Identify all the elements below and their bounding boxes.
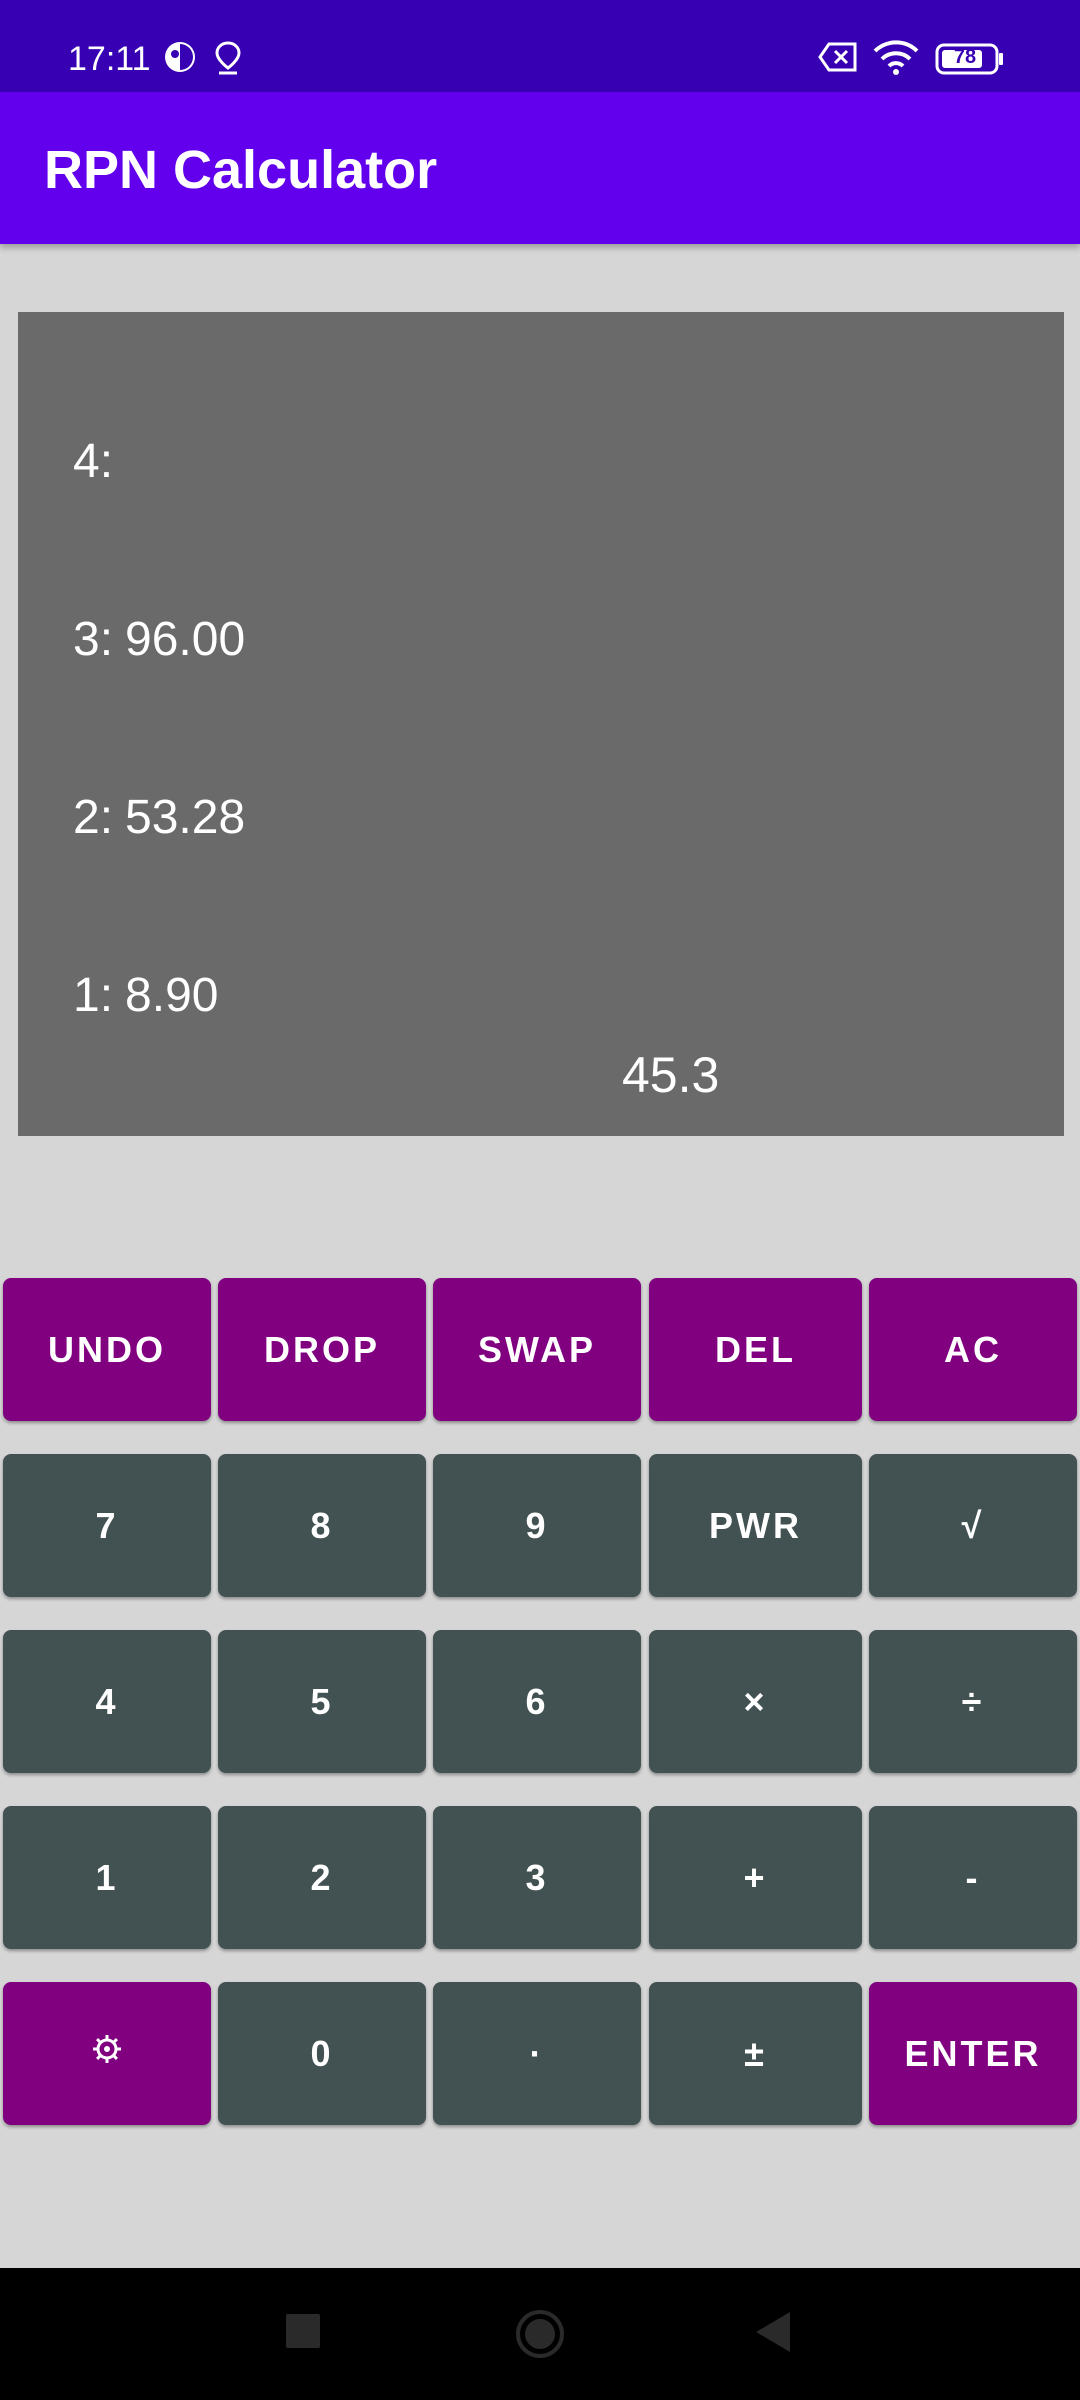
square-root-button[interactable]: √ [869, 1454, 1077, 1597]
digit-1-button[interactable]: 1 [3, 1806, 211, 1949]
stack-display: 4: 3: 96.00 2: 53.28 1: 8.90 45.3 [18, 312, 1064, 1136]
recents-square-icon[interactable] [286, 2314, 320, 2353]
subtract-button[interactable]: - [869, 1806, 1077, 1949]
key-label: 6 [525, 1680, 549, 1722]
key-label: PWR [709, 1504, 802, 1546]
key-label: UNDO [48, 1328, 166, 1370]
key-label: 9 [525, 1504, 549, 1546]
key-label: × [743, 1680, 768, 1722]
digit-4-button[interactable]: 4 [3, 1630, 211, 1773]
add-button[interactable]: + [649, 1806, 862, 1949]
all-clear-button[interactable]: AC [869, 1278, 1077, 1421]
status-time: 17:11 [68, 40, 151, 78]
key-label: SWAP [477, 1328, 596, 1370]
delete-button[interactable]: DEL [649, 1278, 862, 1421]
stack-level-2: 2: 53.28 [73, 790, 245, 846]
no-sim-icon [817, 40, 859, 79]
enter-button[interactable]: ENTER [869, 1982, 1077, 2125]
key-label: + [743, 1856, 768, 1898]
key-label: 1 [95, 1856, 119, 1898]
stack-value: 53.28 [125, 791, 246, 844]
key-label: ENTER [904, 2032, 1042, 2074]
stack-level-3: 3: 96.00 [73, 612, 245, 668]
stack-label: 3: [73, 613, 114, 666]
stack-label: 2: [73, 791, 114, 844]
digit-6-button[interactable]: 6 [433, 1630, 641, 1773]
entry-line: 45.3 [622, 1047, 720, 1103]
app-notification-icon [163, 40, 197, 79]
stack-level-4: 4: [73, 434, 125, 490]
digit-5-button[interactable]: 5 [218, 1630, 426, 1773]
digit-2-button[interactable]: 2 [218, 1806, 426, 1949]
multiply-button[interactable]: × [649, 1630, 862, 1773]
digit-3-button[interactable]: 3 [433, 1806, 641, 1949]
stack-label: 1: [73, 969, 114, 1022]
key-label: 2 [310, 1856, 334, 1898]
wifi-icon [872, 40, 920, 81]
key-label: 8 [310, 1504, 334, 1546]
decimal-point-button[interactable]: · [433, 1982, 641, 2125]
navigation-bar [0, 2268, 1080, 2400]
divide-button[interactable]: ÷ [869, 1630, 1077, 1773]
key-label: 3 [525, 1856, 549, 1898]
digit-8-button[interactable]: 8 [218, 1454, 426, 1597]
key-label: 0 [310, 2032, 334, 2074]
stack-value: 96.00 [125, 613, 246, 666]
stack-label: 4: [73, 435, 114, 488]
swap-button[interactable]: SWAP [433, 1278, 641, 1421]
key-label: 5 [310, 1680, 334, 1722]
power-button[interactable]: PWR [649, 1454, 862, 1597]
settings-button[interactable] [3, 1982, 211, 2125]
battery-level: 78 [953, 46, 977, 68]
key-label: 4 [95, 1680, 119, 1722]
key-label: √ [961, 1504, 985, 1546]
key-label: AC [944, 1328, 1002, 1370]
drop-button[interactable]: DROP [218, 1278, 426, 1421]
key-label: 7 [95, 1504, 119, 1546]
home-circle-icon[interactable] [514, 2308, 566, 2365]
app-bar: RPN Calculator [0, 92, 1080, 244]
app-title: RPN Calculator [44, 140, 438, 200]
stack-value: 8.90 [125, 969, 219, 1022]
key-label: DEL [715, 1328, 796, 1370]
key-label: ± [744, 2032, 767, 2074]
location-pin-icon [213, 40, 243, 81]
undo-button[interactable]: UNDO [3, 1278, 211, 1421]
key-label: · [529, 2032, 545, 2074]
digit-9-button[interactable]: 9 [433, 1454, 641, 1597]
gear-icon [90, 2032, 124, 2075]
key-label: - [965, 1856, 981, 1898]
stack-level-1: 1: 8.90 [73, 968, 218, 1024]
plus-minus-button[interactable]: ± [649, 1982, 862, 2125]
back-triangle-icon[interactable] [756, 2312, 792, 2357]
status-bar: 17:11 78 [0, 0, 1080, 92]
key-label: ÷ [961, 1680, 985, 1722]
digit-0-button[interactable]: 0 [218, 1982, 426, 2125]
key-label: DROP [263, 1328, 380, 1370]
digit-7-button[interactable]: 7 [3, 1454, 211, 1597]
